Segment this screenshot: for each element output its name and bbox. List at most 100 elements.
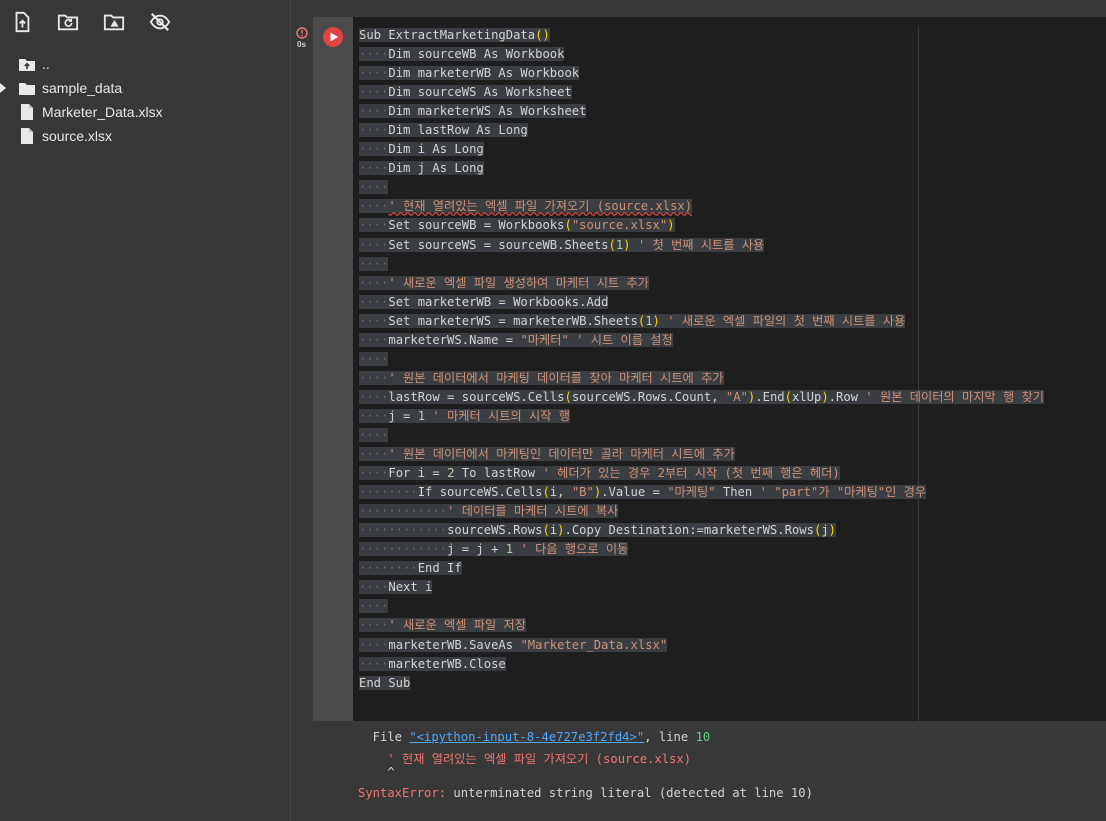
code-line-selection: ····' 원본 데이터에서 마케팅 데이터를 찾아 마케터 시트에 추가 (359, 370, 724, 385)
file-browser-panel: .. sample_data Marketer_Data.xlsx source… (0, 0, 291, 821)
code-line-selection: ····Dim i As Long (359, 142, 484, 157)
mount-drive-button[interactable] (102, 10, 126, 34)
code-line[interactable]: ············' 데이터를 마케터 시트에 복사 (359, 502, 1044, 521)
file-row-source[interactable]: source.xlsx (0, 124, 290, 148)
code-line[interactable]: ····Dim marketerWS As Worksheet (359, 102, 1044, 121)
error-status-icon (296, 27, 308, 39)
code-line[interactable]: ····Set marketerWS = marketerWB.Sheets(1… (359, 312, 1044, 331)
parent-folder-icon (18, 55, 36, 73)
code-line[interactable]: ····Set sourceWS = sourceWB.Sheets(1) ' … (359, 236, 1044, 255)
indent-whitespace: ···· (359, 656, 389, 671)
upload-file-button[interactable] (10, 10, 34, 34)
code-text: Set marketerWS = marketerWB.Sheets(1) ' … (388, 313, 906, 328)
traceback-file-line: File "<ipython-input-8-4e727e3f2fd4>", l… (358, 730, 711, 744)
code-line[interactable]: ···· (359, 178, 1044, 197)
indent-whitespace: ···· (359, 637, 389, 652)
indent-whitespace: ···· (359, 199, 389, 214)
code-line-selection: ····' 새로운 엑셀 파일 저장 (359, 618, 526, 633)
execution-time: 0s (297, 40, 306, 49)
code-line-selection: ····lastRow = sourceWS.Cells(sourceWS.Ro… (359, 389, 1044, 404)
code-line-selection: ····Dim marketerWS As Worksheet (359, 104, 587, 119)
traceback-file-prefix: File (358, 730, 410, 744)
indent-whitespace: ···· (359, 466, 389, 481)
code-line-selection: ····' 원본 데이터에서 마케팅인 데이터만 골라 마케터 시트에 추가 (359, 447, 735, 462)
indent-whitespace: ···· (359, 599, 389, 614)
code-line-selection: ····j = 1 ' 마케터 시트의 시작 행 (359, 408, 571, 423)
file-row-marketer-data[interactable]: Marketer_Data.xlsx (0, 100, 290, 124)
code-line[interactable]: ····' 새로운 엑셀 파일 저장 (359, 616, 1044, 635)
code-line[interactable]: ···· (359, 597, 1044, 616)
file-row-sample-data[interactable]: sample_data (0, 76, 290, 100)
code-line[interactable]: ····Dim marketerWB As Workbook (359, 64, 1044, 83)
code-content[interactable]: Sub ExtractMarketingData() ····Dim source… (359, 26, 1044, 693)
indent-whitespace: ········ (359, 485, 418, 500)
code-line[interactable]: ····Dim i As Long (359, 140, 1044, 159)
indent-whitespace: ···· (359, 66, 389, 81)
code-text: Dim marketerWB As Workbook (388, 66, 580, 81)
code-line[interactable]: ···· (359, 350, 1044, 369)
code-line[interactable]: ············sourceWS.Rows(i).Copy Destin… (359, 521, 1044, 540)
code-editor[interactable]: Sub ExtractMarketingData() ····Dim source… (353, 17, 1106, 721)
code-line-selection: ····marketerWS.Name = "마케터" ' 시트 이름 설정 (359, 332, 673, 347)
code-line[interactable]: ····Set sourceWB = Workbooks("source.xls… (359, 216, 1044, 235)
traceback-file-link[interactable]: "<ipython-input-8-4e727e3f2fd4>" (409, 730, 644, 744)
code-line[interactable]: ····Next i (359, 578, 1044, 597)
code-line[interactable]: ····For i = 2 To lastRow ' 헤더가 있는 경우 2부터… (359, 464, 1044, 483)
code-text: Set marketerWB = Workbooks.Add (388, 294, 609, 309)
indent-whitespace: ···· (359, 447, 389, 462)
code-line[interactable]: End Sub (359, 674, 1044, 693)
code-line[interactable]: ····marketerWB.Close (359, 655, 1044, 674)
cell-gutter (313, 17, 353, 721)
indent-whitespace: ···· (359, 351, 389, 366)
indent-whitespace: ···· (359, 256, 389, 271)
indent-whitespace: ···· (359, 104, 389, 119)
toggle-hidden-files-button[interactable] (148, 10, 172, 34)
indent-whitespace: ···· (359, 313, 389, 328)
code-line-selection: ············' 데이터를 마케터 시트에 복사 (359, 504, 619, 519)
code-line[interactable]: ···· (359, 255, 1044, 274)
code-line[interactable]: ····lastRow = sourceWS.Cells(sourceWS.Ro… (359, 388, 1044, 407)
expand-arrow-icon[interactable] (0, 76, 8, 100)
code-text: Sub ExtractMarketingData() (359, 28, 550, 42)
code-line-selection: ····marketerWB.Close (359, 656, 506, 671)
code-text: lastRow = sourceWS.Cells(sourceWS.Rows.C… (388, 389, 1044, 404)
code-line[interactable]: ····' 현재 열려있는 엑셀 파일 가져오기 (source.xlsx) (359, 197, 1044, 216)
code-text: Dim sourceWB As Workbook (388, 47, 565, 62)
code-text: End Sub (359, 675, 411, 690)
code-line[interactable]: ····Dim lastRow As Long (359, 121, 1044, 140)
code-line[interactable]: ····' 원본 데이터에서 마케팅인 데이터만 골라 마케터 시트에 추가 (359, 445, 1044, 464)
code-text: marketerWS.Name = "마케터" ' 시트 이름 설정 (388, 332, 673, 347)
traceback-caret: ^ (358, 765, 395, 779)
run-cell-button[interactable] (322, 26, 344, 48)
code-line-selection: ···· (359, 256, 389, 271)
code-line-selection: ····Dim marketerWB As Workbook (359, 66, 580, 81)
code-line-selection: ····' 새로운 엑셀 파일 생성하여 마케터 시트 추가 (359, 275, 649, 290)
code-line[interactable]: ····j = 1 ' 마케터 시트의 시작 행 (359, 407, 1044, 426)
code-line[interactable]: ···· (359, 426, 1044, 445)
code-line[interactable]: Sub ExtractMarketingData() (359, 26, 1044, 45)
code-text: Dim lastRow As Long (388, 123, 528, 138)
indent-whitespace: ············ (359, 504, 448, 519)
code-line[interactable]: ····' 원본 데이터에서 마케팅 데이터를 찾아 마케터 시트에 추가 (359, 369, 1044, 388)
file-row-parent[interactable]: .. (0, 52, 290, 76)
refresh-folder-icon (57, 14, 79, 31)
code-line[interactable]: ····Dim j As Long (359, 159, 1044, 178)
cell-output: File "<ipython-input-8-4e727e3f2fd4>", l… (313, 721, 1106, 821)
indent-whitespace: ············ (359, 523, 448, 538)
refresh-button[interactable] (56, 10, 80, 34)
code-line-selection: ····For i = 2 To lastRow ' 헤더가 있는 경우 2부터… (359, 466, 840, 481)
code-line[interactable]: ········If sourceWS.Cells(i, "B").Value … (359, 483, 1044, 502)
code-line[interactable]: ····' 새로운 엑셀 파일 생성하여 마케터 시트 추가 (359, 274, 1044, 293)
code-line[interactable]: ····marketerWS.Name = "마케터" ' 시트 이름 설정 (359, 331, 1044, 350)
code-line[interactable]: ············j = j + 1 ' 다음 행으로 이동 (359, 540, 1044, 559)
code-line[interactable]: ····Dim sourceWB As Workbook (359, 45, 1044, 64)
code-line[interactable]: ····Dim sourceWS As Worksheet (359, 83, 1044, 102)
code-line[interactable]: ····marketerWB.SaveAs "Marketer_Data.xls… (359, 636, 1044, 655)
code-line[interactable]: ········End If (359, 559, 1044, 578)
cell-status: 0s (296, 26, 310, 49)
code-line-selection: ····Set marketerWB = Workbooks.Add (359, 294, 609, 309)
file-name: .. (42, 56, 50, 72)
indent-whitespace: ········ (359, 561, 418, 576)
code-line-selection: ········If sourceWS.Cells(i, "B").Value … (359, 485, 927, 500)
code-line[interactable]: ····Set marketerWB = Workbooks.Add (359, 293, 1044, 312)
